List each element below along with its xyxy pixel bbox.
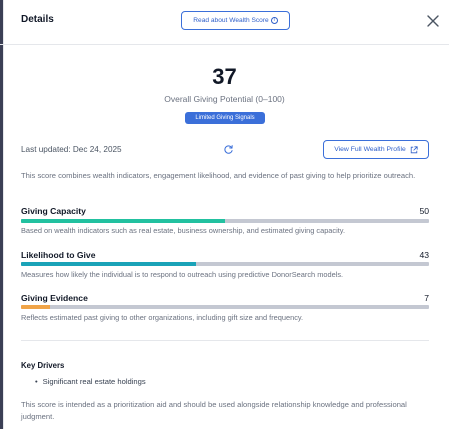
read-about-wealth-score-button[interactable]: Read about Wealth Score i: [181, 11, 290, 30]
panel-title: Details: [21, 14, 54, 25]
metric-description-giving-evidence: Reflects estimated past giving to other …: [21, 313, 304, 322]
key-driver-item: • Significant real estate holdings: [35, 377, 146, 386]
external-link-icon: [410, 145, 418, 153]
view-full-wealth-profile-button[interactable]: View Full Wealth Profile: [323, 140, 429, 159]
giving-signals-badge: Limited Giving Signals: [185, 112, 265, 124]
overall-score-caption: Overall Giving Potential (0–100): [164, 94, 285, 104]
refresh-icon[interactable]: [223, 144, 234, 155]
details-header: Details Read about Wealth Score i: [0, 0, 449, 45]
metric-description-likelihood-to-give: Measures how likely the individual is to…: [21, 270, 344, 279]
metric-value-likelihood-to-give: 43: [419, 250, 429, 260]
metric-value-giving-evidence: 7: [424, 293, 429, 303]
progress-bar-giving-evidence: [21, 305, 429, 309]
key-driver-text: Significant real estate holdings: [42, 377, 146, 386]
progress-fill-giving-evidence: [21, 305, 50, 309]
info-icon: i: [270, 17, 278, 24]
read-about-label: Read about Wealth Score: [193, 17, 269, 24]
score-description: This score combines wealth indicators, e…: [21, 171, 416, 180]
metric-label-giving-evidence: Giving Evidence: [21, 293, 88, 303]
progress-fill-giving-capacity: [21, 219, 225, 223]
metric-label-giving-capacity: Giving Capacity: [21, 206, 86, 216]
last-updated-text: Last updated: Dec 24, 2025: [21, 145, 122, 154]
key-drivers-title: Key Drivers: [21, 361, 65, 370]
metric-description-giving-capacity: Based on wealth indicators such as real …: [21, 226, 346, 235]
overall-score-value: 37: [212, 64, 237, 89]
progress-fill-likelihood-to-give: [21, 262, 197, 266]
view-profile-label: View Full Wealth Profile: [334, 146, 406, 153]
metric-label-likelihood-to-give: Likelihood to Give: [21, 250, 96, 260]
section-divider: [21, 340, 429, 341]
close-icon[interactable]: [426, 14, 440, 28]
progress-bar-giving-capacity: [21, 219, 429, 223]
disclaimer-note: This score is intended as a prioritizati…: [21, 400, 407, 421]
bullet-icon: •: [35, 377, 38, 386]
progress-bar-likelihood-to-give: [21, 262, 429, 266]
metric-value-giving-capacity: 50: [419, 206, 429, 216]
